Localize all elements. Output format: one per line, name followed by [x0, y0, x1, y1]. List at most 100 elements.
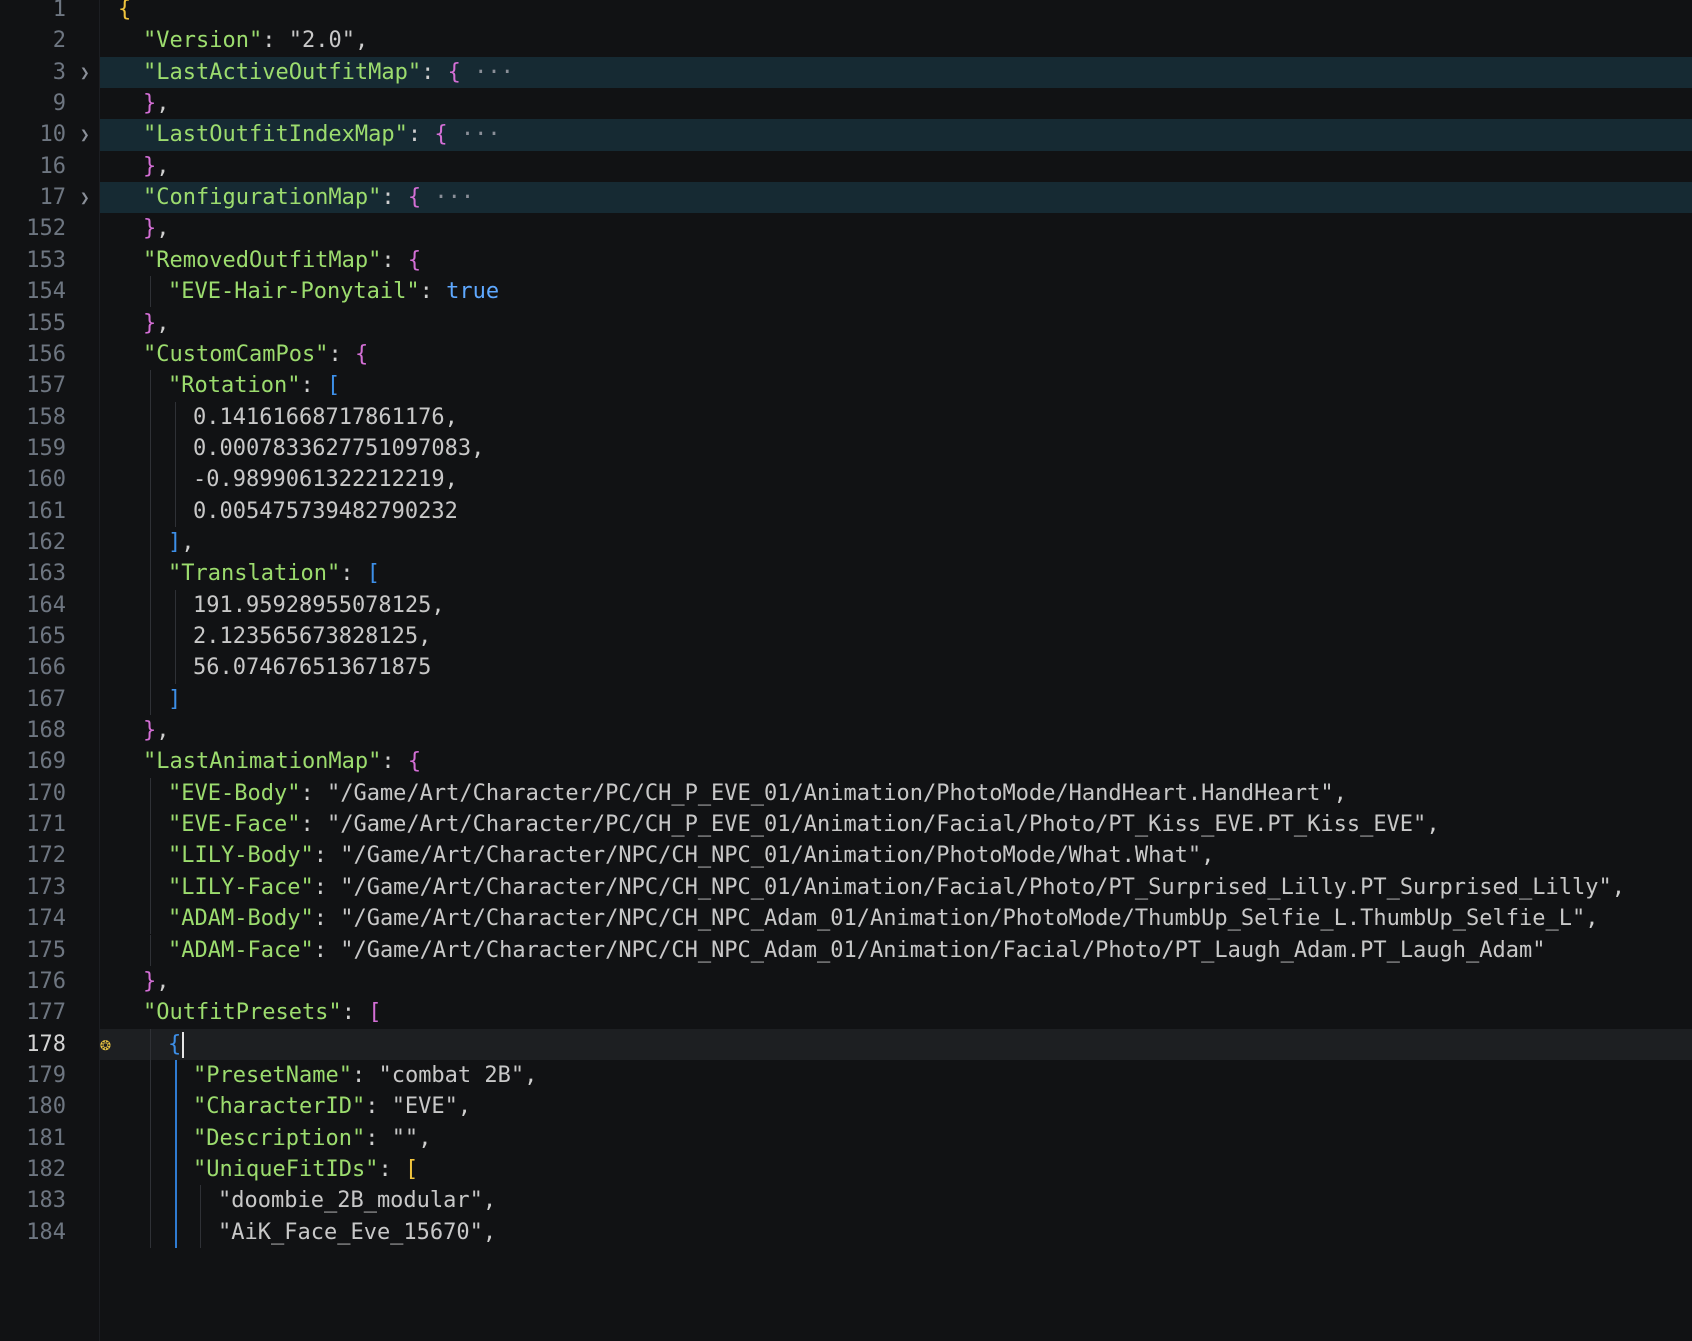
line-content[interactable]: "EVE-Face": "/Game/Art/Character/PC/CH_P…: [100, 809, 1692, 840]
code-line[interactable]: 17 ❯ "ConfigurationMap": { ···: [0, 182, 1692, 214]
line-content[interactable]: ❂{: [100, 1028, 1692, 1060]
code-token: ,: [418, 624, 432, 649]
line-content[interactable]: "LILY-Face": "/Game/Art/Character/NPC/CH…: [100, 872, 1692, 903]
code-line[interactable]: 184 "AiK_Face_Eve_15670",: [0, 1217, 1692, 1248]
line-content[interactable]: "OutfitPresets": [: [100, 997, 1692, 1028]
code-line[interactable]: 173 "LILY-Face": "/Game/Art/Character/NPC…: [0, 872, 1692, 903]
code-line[interactable]: 1{: [0, 0, 1692, 25]
line-number: 175: [26, 937, 66, 963]
code-token: {: [354, 341, 369, 367]
line-content[interactable]: "Description": "",: [100, 1123, 1692, 1154]
line-content[interactable]: 0.0007833627751097083,: [100, 433, 1692, 464]
code-line[interactable]: 16},: [0, 151, 1692, 182]
code-line[interactable]: 171 "EVE-Face": "/Game/Art/Character/PC/C…: [0, 809, 1692, 840]
code-line[interactable]: 154 "EVE-Hair-Ponytail": true: [0, 276, 1692, 307]
code-line[interactable]: 155},: [0, 308, 1692, 339]
line-content[interactable]: },: [100, 966, 1692, 997]
chevron-right-icon[interactable]: ❯: [80, 57, 90, 88]
code-line[interactable]: 152},: [0, 213, 1692, 244]
code-line[interactable]: 161 0.005475739482790232: [0, 496, 1692, 527]
code-line[interactable]: 9},: [0, 88, 1692, 119]
line-content[interactable]: "ADAM-Face": "/Game/Art/Character/NPC/CH…: [100, 935, 1692, 966]
code-line[interactable]: 175 "ADAM-Face": "/Game/Art/Character/NPC…: [0, 935, 1692, 966]
line-content[interactable]: "doombie_2B_modular",: [100, 1185, 1692, 1216]
line-content[interactable]: },: [100, 213, 1692, 244]
code-line[interactable]: 169 "LastAnimationMap": {: [0, 746, 1692, 777]
code-line[interactable]: 179 "PresetName": "combat 2B",: [0, 1060, 1692, 1091]
code-line[interactable]: 170 "EVE-Body": "/Game/Art/Character/PC/C…: [0, 778, 1692, 809]
code-token: ,: [1611, 874, 1625, 900]
line-content[interactable]: "CharacterID": "EVE",: [100, 1091, 1692, 1122]
code-line[interactable]: 10 ❯ "LastOutfitIndexMap": { ···: [0, 119, 1692, 151]
code-token: "/Game/Art/Character/PC/CH_P_EVE_01/Anim…: [326, 812, 1427, 838]
code-line[interactable]: 168},: [0, 715, 1692, 746]
line-number: 154: [26, 279, 66, 305]
line-content[interactable]: "Rotation": [: [100, 370, 1692, 401]
code-line[interactable]: 156 "CustomCamPos": {: [0, 339, 1692, 370]
line-content[interactable]: ],: [100, 527, 1692, 558]
chevron-right-icon[interactable]: ❯: [80, 182, 90, 213]
code-line[interactable]: 178 ❂{: [0, 1028, 1692, 1060]
code-line[interactable]: 183 "doombie_2B_modular",: [0, 1185, 1692, 1216]
line-content[interactable]: "EVE-Hair-Ponytail": true: [100, 276, 1692, 307]
code-line[interactable]: 163 "Translation": [: [0, 558, 1692, 589]
line-content[interactable]: },: [100, 88, 1692, 119]
code-line[interactable]: 181 "Description": "",: [0, 1123, 1692, 1154]
line-content[interactable]: "EVE-Body": "/Game/Art/Character/PC/CH_P…: [100, 778, 1692, 809]
chevron-right-icon[interactable]: ❯: [80, 119, 90, 150]
line-content[interactable]: "LastOutfitIndexMap": { ···: [100, 119, 1692, 151]
code-line[interactable]: 176},: [0, 966, 1692, 997]
code-line[interactable]: 182 "UniqueFitIDs": [: [0, 1154, 1692, 1185]
code-line[interactable]: 153 "RemovedOutfitMap": {: [0, 245, 1692, 276]
line-content[interactable]: 0.005475739482790232: [100, 496, 1692, 527]
line-content[interactable]: "UniqueFitIDs": [: [100, 1154, 1692, 1185]
line-content[interactable]: },: [100, 715, 1692, 746]
code-line[interactable]: 167]: [0, 684, 1692, 715]
code-line[interactable]: 157 "Rotation": [: [0, 370, 1692, 401]
code-line[interactable]: 177 "OutfitPresets": [: [0, 997, 1692, 1028]
line-content[interactable]: "AiK_Face_Eve_15670",: [100, 1217, 1692, 1248]
code-tokens: 0.005475739482790232: [193, 496, 458, 527]
code-token: -0.9899061322212219: [193, 467, 445, 493]
line-content[interactable]: },: [100, 151, 1692, 182]
line-content[interactable]: {: [100, 0, 1692, 25]
code-token: ,: [156, 216, 170, 242]
line-content[interactable]: 56.074676513671875: [100, 652, 1692, 683]
line-content[interactable]: "Version": "2.0",: [100, 25, 1692, 56]
code-line[interactable]: 166 56.074676513671875: [0, 652, 1692, 683]
line-content[interactable]: 0.14161668717861176,: [100, 402, 1692, 433]
code-line[interactable]: 174 "ADAM-Body": "/Game/Art/Character/NPC…: [0, 903, 1692, 934]
code-line[interactable]: 2 "Version": "2.0",: [0, 25, 1692, 56]
code-line[interactable]: 158 0.14161668717861176,: [0, 402, 1692, 433]
line-content[interactable]: "ADAM-Body": "/Game/Art/Character/NPC/CH…: [100, 903, 1692, 934]
code-line[interactable]: 164 191.95928955078125,: [0, 590, 1692, 621]
indent-guide: [150, 1216, 151, 1248]
code-line[interactable]: 162],: [0, 527, 1692, 558]
code-line[interactable]: 172 "LILY-Body": "/Game/Art/Character/NPC…: [0, 840, 1692, 871]
line-content[interactable]: ]: [100, 684, 1692, 715]
code-token: ]: [168, 686, 182, 712]
line-content[interactable]: "LILY-Body": "/Game/Art/Character/NPC/CH…: [100, 840, 1692, 871]
line-content[interactable]: "Translation": [: [100, 558, 1692, 589]
code-line[interactable]: 165 2.123565673828125,: [0, 621, 1692, 652]
line-content[interactable]: "LastActiveOutfitMap": { ···: [100, 56, 1692, 89]
line-content[interactable]: "CustomCamPos": {: [100, 339, 1692, 370]
line-content[interactable]: -0.9899061322212219,: [100, 464, 1692, 495]
line-content[interactable]: 2.123565673828125,: [100, 621, 1692, 652]
code-line[interactable]: 160 -0.9899061322212219,: [0, 464, 1692, 495]
code-token: 191.95928955078125: [193, 592, 432, 618]
line-content[interactable]: "PresetName": "combat 2B",: [100, 1060, 1692, 1091]
line-content[interactable]: "ConfigurationMap": { ···: [100, 182, 1692, 214]
line-content[interactable]: "RemovedOutfitMap": {: [100, 245, 1692, 276]
code-token: "LastActiveOutfitMap": [143, 59, 422, 85]
code-line[interactable]: 3 ❯ "LastActiveOutfitMap": { ···: [0, 56, 1692, 89]
line-content[interactable]: 191.95928955078125,: [100, 590, 1692, 621]
code-editor[interactable]: 1{2 "Version": "2.0", 3 ❯ "LastActiveOutfitM…: [0, 0, 1692, 1341]
code-token: "Description": [193, 1125, 366, 1151]
code-line[interactable]: 180 "CharacterID": "EVE",: [0, 1091, 1692, 1122]
line-content[interactable]: "LastAnimationMap": {: [100, 746, 1692, 777]
line-content[interactable]: },: [100, 308, 1692, 339]
lightbulb-icon[interactable]: ❂: [100, 1029, 111, 1060]
code-token: :: [381, 247, 408, 273]
code-line[interactable]: 159 0.0007833627751097083,: [0, 433, 1692, 464]
